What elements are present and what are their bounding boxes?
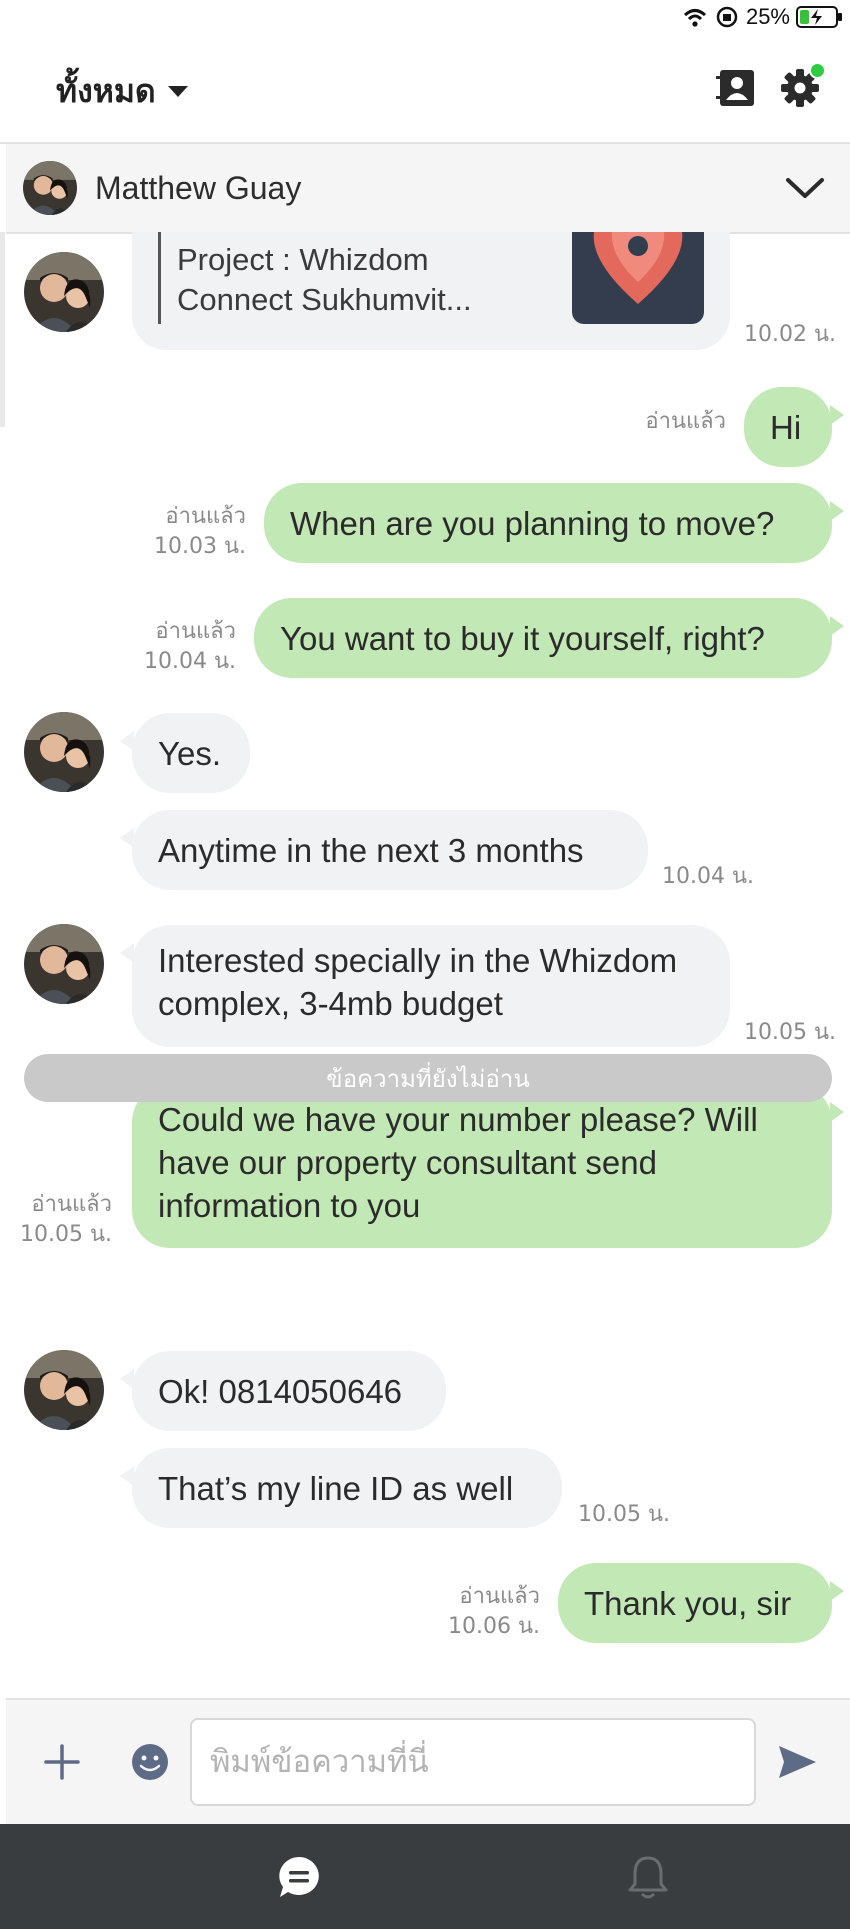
read-receipt: อ่านแล้ว <box>645 409 726 434</box>
message-text: Ok! 0814050646 <box>158 1372 403 1410</box>
avatar[interactable] <box>24 252 104 332</box>
avatar <box>23 161 77 215</box>
incoming-message[interactable]: That’s my line ID as well <box>120 1448 562 1528</box>
message-time: 10.04 น. <box>143 649 236 674</box>
message-text: Thank you, sir <box>584 1584 792 1622</box>
emoji-icon[interactable] <box>130 1742 170 1782</box>
bottom-nav <box>0 1824 850 1929</box>
settings-button[interactable] <box>778 62 826 110</box>
message-text: Hi <box>770 408 802 446</box>
message-text: You want to buy it yourself, right? <box>280 619 765 657</box>
read-receipt: อ่านแล้ว <box>31 1192 112 1217</box>
read-receipt: อ่านแล้ว <box>155 619 236 644</box>
battery-icon <box>796 6 842 28</box>
message-composer <box>6 1698 850 1826</box>
outgoing-message[interactable]: Thank you, sir <box>558 1563 844 1643</box>
contact-name: Matthew Guay <box>95 170 302 206</box>
incoming-message[interactable]: Anytime in the next 3 months <box>120 810 648 890</box>
outgoing-message[interactable]: Could we have your number please? Will h… <box>132 1084 844 1248</box>
plus-icon[interactable] <box>42 1742 82 1782</box>
message-text: Could we have your number please? Will h… <box>158 1101 758 1224</box>
unread-label: ข้อความที่ยังไม่อ่าน <box>326 1064 530 1093</box>
incoming-message[interactable]: Interested specially in the Whizdom comp… <box>120 925 730 1047</box>
chat-filter-dropdown[interactable]: ทั้งหมด <box>56 66 188 117</box>
orientation-lock-icon <box>716 6 738 28</box>
message-text: That’s my line ID as well <box>158 1469 514 1507</box>
message-time: 10.05 น. <box>578 1502 671 1527</box>
header: ทั้งหมด <box>0 38 850 144</box>
incoming-message[interactable]: Yes. <box>120 713 250 793</box>
outgoing-message[interactable]: Hi <box>744 387 844 467</box>
avatar[interactable] <box>24 1350 104 1430</box>
wifi-icon <box>683 9 706 27</box>
message-time: 10.05 น. <box>744 1020 837 1045</box>
message-time: 10.06 น. <box>447 1614 540 1639</box>
message-time: 10.03 น. <box>153 534 246 559</box>
project-title: Project : Whizdom Connect Sukhumvit... <box>177 242 472 317</box>
bell-icon[interactable] <box>626 1854 670 1900</box>
message-text: Anytime in the next 3 months <box>158 831 584 869</box>
message-time: 10.02 น. <box>744 322 837 347</box>
battery-percent: 25% <box>745 4 790 29</box>
chat-bubble-icon[interactable] <box>276 1854 322 1900</box>
message-text: Interested specially in the Whizdom comp… <box>158 942 678 1022</box>
incoming-message[interactable]: Ok! 0814050646 <box>120 1351 446 1431</box>
outgoing-message[interactable]: When are you planning to move? <box>264 483 844 563</box>
filter-label: ทั้งหมด <box>56 72 156 110</box>
message-text: Yes. <box>158 734 222 772</box>
message-time: 10.05 น. <box>19 1222 112 1247</box>
contact-book-icon[interactable] <box>714 66 758 110</box>
project-thumbnail <box>572 232 704 324</box>
caret-down-icon <box>167 86 188 97</box>
read-receipt: อ่านแล้ว <box>459 1584 540 1609</box>
chevron-down-icon[interactable] <box>784 172 826 204</box>
shared-project-card[interactable]: Project : Whizdom Connect Sukhumvit... <box>132 232 730 350</box>
message-input[interactable] <box>190 1718 756 1806</box>
quote-bar <box>158 232 161 324</box>
avatar[interactable] <box>24 712 104 792</box>
chat-messages[interactable]: Project : Whizdom Connect Sukhumvit... 1… <box>0 232 850 1698</box>
notification-dot <box>809 62 826 79</box>
avatar[interactable] <box>24 924 104 1004</box>
contact-bar[interactable]: Matthew Guay <box>6 144 850 234</box>
message-text: When are you planning to move? <box>290 504 775 542</box>
send-icon[interactable] <box>776 1742 818 1782</box>
status-bar: 25% <box>0 0 850 38</box>
message-time: 10.04 น. <box>662 864 755 889</box>
read-receipt: อ่านแล้ว <box>165 504 246 529</box>
unread-divider: ข้อความที่ยังไม่อ่าน <box>24 1054 832 1102</box>
outgoing-message[interactable]: You want to buy it yourself, right? <box>254 598 844 678</box>
